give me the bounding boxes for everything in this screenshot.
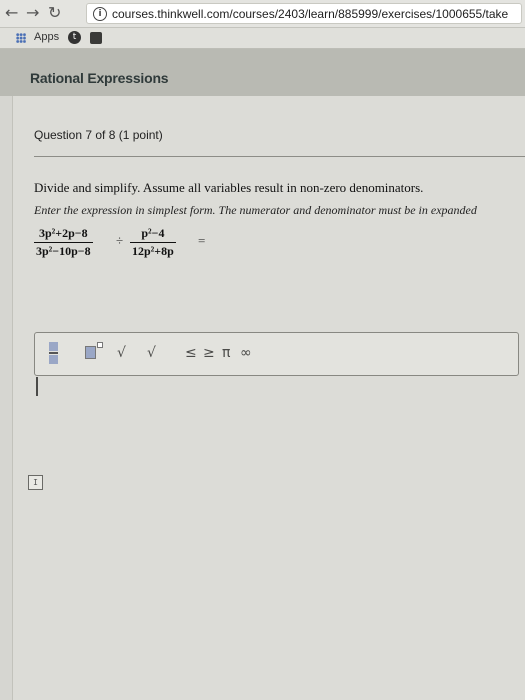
browser-toolbar: ← → ↻ i courses.thinkwell.com/courses/24… [0, 0, 525, 28]
answer-input-caret[interactable] [36, 377, 38, 396]
bookmark-square-icon[interactable] [90, 32, 102, 44]
page-title: Rational Expressions [30, 70, 169, 86]
apps-grid-icon[interactable] [16, 33, 26, 43]
less-equal-icon[interactable]: ≤ [185, 345, 197, 361]
instruction-italic-text: Enter the expression in simplest form. T… [34, 203, 477, 217]
nth-root-icon[interactable]: √ [147, 345, 156, 361]
answer-box-icon[interactable]: I [28, 475, 43, 490]
instruction-text: Divide and simplify. Assume all variable… [34, 180, 424, 195]
greater-equal-icon[interactable]: ≥ [203, 345, 215, 361]
back-icon[interactable]: ← [5, 3, 18, 22]
fraction-template-icon[interactable] [49, 342, 58, 364]
address-bar[interactable]: i courses.thinkwell.com/courses/2403/lea… [86, 3, 522, 24]
apps-bookmark[interactable]: Apps [34, 31, 59, 43]
square-root-icon[interactable]: √ [117, 345, 126, 361]
infinity-icon[interactable]: ∞ [240, 345, 252, 361]
reload-icon[interactable]: ↻ [48, 3, 61, 22]
fraction-2-denominator: 12p²+8p [130, 242, 176, 258]
bookmark-circle-icon[interactable]: t [68, 31, 81, 44]
info-icon[interactable]: i [93, 7, 107, 21]
question-header: Question 7 of 8 (1 point) [34, 128, 163, 142]
fraction-1-denominator: 3p²−10p−8 [34, 242, 93, 258]
fraction-2: p²−4 12p²+8p [130, 226, 176, 259]
fraction-1-numerator: 3p²+2p−8 [39, 226, 88, 240]
equals-sign: = [198, 233, 206, 248]
math-toolbar: √ √ ≤ ≥ π ∞ [34, 332, 519, 376]
url-text: courses.thinkwell.com/courses/2403/learn… [112, 7, 509, 21]
divider [34, 156, 525, 157]
superscript-template-icon[interactable] [85, 342, 103, 359]
page-header: Rational Expressions [0, 49, 525, 96]
forward-icon[interactable]: → [26, 3, 39, 22]
pi-icon[interactable]: π [222, 345, 230, 361]
fraction-2-numerator: p²−4 [141, 226, 165, 240]
divide-sign: ÷ [116, 233, 124, 248]
bookmarks-bar: Apps t [0, 28, 525, 49]
fraction-1: 3p²+2p−8 3p²−10p−8 [34, 226, 93, 259]
